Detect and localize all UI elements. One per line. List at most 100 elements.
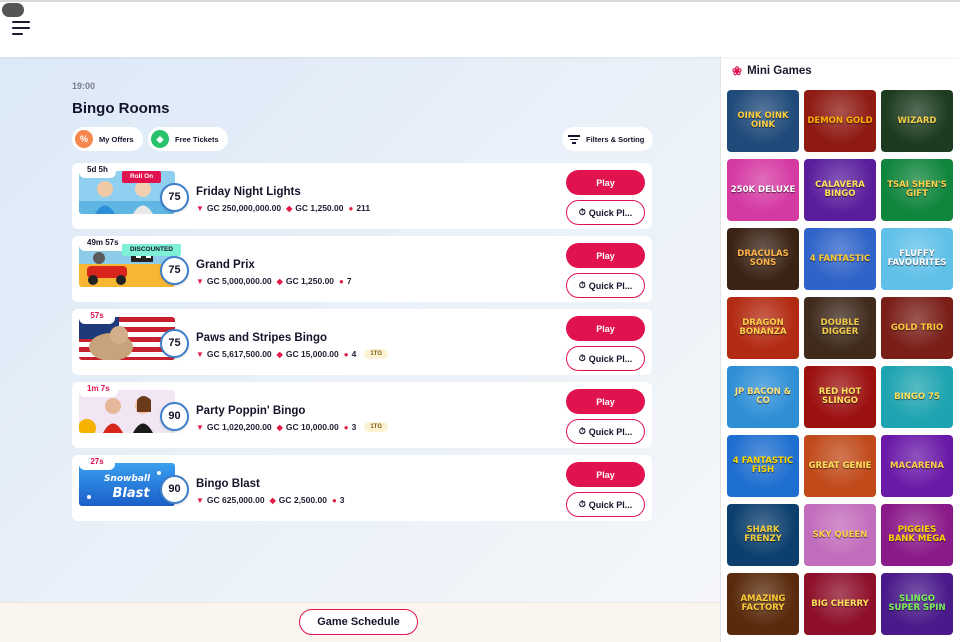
- mini-game-tile[interactable]: Fluffy Favourites: [881, 228, 953, 290]
- player-count: 4: [351, 349, 357, 359]
- game-schedule-button[interactable]: Game Schedule: [299, 609, 418, 635]
- room-name: Grand Prix: [196, 259, 255, 271]
- mini-game-title: Red Hot Slingo: [818, 387, 862, 406]
- thumbnail-title-line1: Snowball: [104, 474, 151, 484]
- room-card[interactable]: 49m 57s DISCOUNTED 75 Grand Prix ▼ GC 5,…: [72, 236, 652, 302]
- quick-play-button[interactable]: ⏱ Quick Pl...: [566, 200, 645, 225]
- play-button[interactable]: Play: [566, 316, 645, 341]
- room-name: Friday Night Lights: [196, 186, 301, 198]
- prize-value: GC 625,000.00: [206, 495, 265, 505]
- room-card[interactable]: 1m 7s 90 Party Poppin' Bingo ▼ GC 1,020,…: [72, 382, 652, 448]
- mini-game-title: Sky Queen: [812, 529, 868, 540]
- trophy-icon: ▼: [196, 349, 204, 359]
- hamburger-menu-icon[interactable]: [12, 21, 30, 37]
- mini-game-tile[interactable]: Gold Trio: [881, 297, 953, 359]
- mini-game-tile[interactable]: JP Bacon & Co: [727, 366, 799, 428]
- player-count: 3: [351, 422, 357, 432]
- mini-game-tile[interactable]: Dragon Bonanza: [727, 297, 799, 359]
- filter-icon: [568, 134, 580, 144]
- quick-play-button[interactable]: ⏱ Quick Pl...: [566, 419, 645, 444]
- play-button[interactable]: Play: [566, 170, 645, 195]
- trophy-icon: ▼: [196, 276, 204, 286]
- room-card[interactable]: 5d 5h Roll On 75 Friday Night Lights ▼ G…: [72, 163, 652, 229]
- player-count: 7: [346, 276, 352, 286]
- mini-game-tile[interactable]: Big Cherry: [804, 573, 876, 635]
- quick-play-button[interactable]: ⏱ Quick Pl...: [566, 346, 645, 371]
- quick-play-button[interactable]: ⏱ Quick Pl...: [566, 273, 645, 298]
- mini-game-title: Wizard: [897, 115, 937, 126]
- player-count: 211: [356, 203, 371, 213]
- trophy-icon: ▼: [196, 495, 204, 505]
- mini-game-tile[interactable]: Wizard: [881, 90, 953, 152]
- quick-play-label: Quick Pl...: [588, 499, 633, 510]
- quick-play-label: Quick Pl...: [588, 353, 633, 364]
- mini-game-tile[interactable]: 4 Fantastic Fish: [727, 435, 799, 497]
- mini-game-tile[interactable]: 4 Fantastic: [804, 228, 876, 290]
- thumbnail-title-line2: Blast: [112, 486, 150, 501]
- mini-game-tile[interactable]: Sky Queen: [804, 504, 876, 566]
- mini-game-tile[interactable]: Oink Oink Oink: [727, 90, 799, 152]
- mini-game-tile[interactable]: Slingo Super Spin: [881, 573, 953, 635]
- mini-game-title: Piggies Bank Mega: [888, 525, 946, 544]
- stopwatch-icon: ⏱: [578, 280, 586, 290]
- cherry-icon: ❀: [732, 64, 743, 78]
- room-timer: 27s: [79, 455, 115, 470]
- ticket-icon: ◆: [276, 422, 283, 432]
- prize-value: GC 1,020,200.00: [206, 422, 272, 432]
- quick-play-button[interactable]: ⏱ Quick Pl...: [566, 492, 645, 517]
- play-button[interactable]: Play: [566, 389, 645, 414]
- room-timer: 49m 57s: [79, 236, 127, 251]
- room-card[interactable]: 27s Snowball Blast 90 Bingo Blast ▼ GC 6…: [72, 455, 652, 521]
- mini-game-title: 4 Fantastic: [809, 253, 871, 264]
- mini-game-tile[interactable]: Bingo 75: [881, 366, 953, 428]
- mini-game-title: JP Bacon & Co: [734, 387, 792, 406]
- mini-games-header: ❀ Mini Games: [732, 64, 812, 78]
- mini-game-title: Calavera Bingo: [815, 180, 865, 199]
- room-card[interactable]: 57s 75 Paws and Stripes Bingo ▼ GC 5,617…: [72, 309, 652, 375]
- mini-game-tile[interactable]: Red Hot Slingo: [804, 366, 876, 428]
- ticket-icon: ◆: [269, 495, 276, 505]
- clock-time: 19:00: [72, 81, 96, 91]
- ticket-icon: ◆: [151, 130, 169, 148]
- mini-game-tile[interactable]: Macarena: [881, 435, 953, 497]
- ticket-price: GC 1,250.00: [285, 276, 335, 286]
- mini-game-tile[interactable]: Great Genie: [804, 435, 876, 497]
- mini-games-panel: ❀ Mini Games Oink Oink Oink Demon Gold Wiz…: [720, 57, 960, 642]
- bingo-ball-type: 75: [160, 183, 189, 212]
- my-offers-chip[interactable]: % My Offers: [72, 127, 143, 151]
- room-stats: ▼ GC 625,000.00 ◆ GC 2,500.00 ● 3: [196, 495, 345, 505]
- mini-game-tile[interactable]: Tsai Shen's Gift: [881, 159, 953, 221]
- filters-sorting-button[interactable]: Filters & Sorting: [562, 127, 654, 151]
- player-icon: ●: [339, 276, 344, 286]
- ttg-badge: 1TG: [364, 422, 389, 432]
- offers-icon: %: [75, 130, 93, 148]
- play-button[interactable]: Play: [566, 243, 645, 268]
- ttg-badge: 1TG: [364, 349, 389, 359]
- mini-game-title: Gold Trio: [890, 322, 944, 333]
- mini-game-tile[interactable]: Shark Frenzy: [727, 504, 799, 566]
- mini-game-tile[interactable]: 250K Deluxe: [727, 159, 799, 221]
- room-timer: 57s: [79, 309, 115, 324]
- mini-game-title: Draculas Sons: [737, 249, 789, 268]
- mini-game-tile[interactable]: Piggies Bank Mega: [881, 504, 953, 566]
- player-count: 3: [339, 495, 345, 505]
- ticket-price: GC 1,250.00: [295, 203, 344, 213]
- mini-game-title: Macarena: [890, 460, 944, 471]
- prize-value: GC 250,000,000.00: [206, 203, 282, 213]
- room-timer: 1m 7s: [79, 382, 118, 397]
- mini-game-tile[interactable]: Demon Gold: [804, 90, 876, 152]
- ticket-price: GC 15,000.00: [285, 349, 339, 359]
- play-button[interactable]: Play: [566, 462, 645, 487]
- room-list: 5d 5h Roll On 75 Friday Night Lights ▼ G…: [72, 163, 652, 528]
- mini-games-title: Mini Games: [747, 65, 812, 77]
- mini-game-tile[interactable]: Calavera Bingo: [804, 159, 876, 221]
- mini-game-tile[interactable]: Draculas Sons: [727, 228, 799, 290]
- room-name: Party Poppin' Bingo: [196, 405, 306, 417]
- quick-play-label: Quick Pl...: [588, 207, 633, 218]
- quick-play-label: Quick Pl...: [588, 426, 633, 437]
- mini-game-tile[interactable]: Double Digger: [804, 297, 876, 359]
- ticket-price: GC 10,000.00: [285, 422, 339, 432]
- player-icon: ●: [348, 203, 354, 213]
- free-tickets-chip[interactable]: ◆ Free Tickets: [148, 127, 228, 151]
- mini-game-tile[interactable]: Amazing Factory: [727, 573, 799, 635]
